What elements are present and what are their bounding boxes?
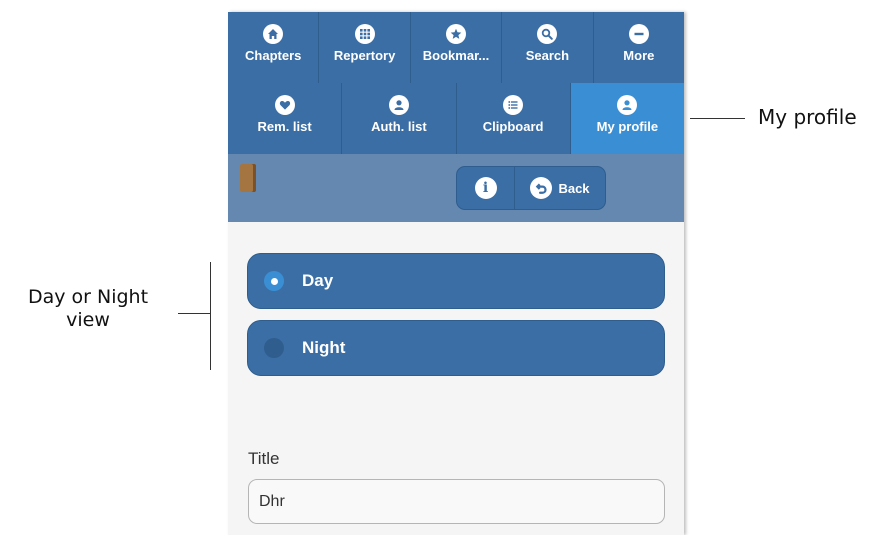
home-icon bbox=[263, 24, 284, 44]
nav-label: Chapters bbox=[245, 48, 302, 63]
search-icon bbox=[537, 24, 558, 44]
nav-label: Rem. list bbox=[257, 119, 312, 134]
callout-bracket bbox=[210, 262, 211, 370]
star-icon bbox=[446, 24, 467, 44]
callout-line-view bbox=[178, 313, 210, 314]
nav-item-clipboard[interactable]: Clipboard bbox=[457, 83, 571, 154]
nav-label: Clipboard bbox=[482, 119, 544, 134]
grid-icon bbox=[354, 24, 375, 44]
nav-item-repertory[interactable]: Repertory bbox=[319, 12, 411, 83]
nav-label: Search bbox=[525, 48, 570, 63]
info-button[interactable]: i bbox=[457, 167, 515, 209]
radio-selected-icon bbox=[264, 271, 284, 291]
callout-label-view-line1: Day or Night bbox=[27, 286, 149, 308]
nav-label: Auth. list bbox=[371, 119, 427, 134]
nav-label: Repertory bbox=[333, 48, 396, 63]
night-view-option[interactable]: Night bbox=[247, 320, 665, 376]
user-icon bbox=[617, 95, 638, 115]
book-icon bbox=[240, 164, 256, 192]
night-option-label: Night bbox=[302, 338, 346, 357]
nav-item-bookmarks[interactable]: Bookmar... bbox=[411, 12, 503, 83]
radio-unselected-icon bbox=[264, 338, 284, 358]
nav-label: Bookmar... bbox=[422, 48, 490, 63]
back-button[interactable]: Back bbox=[515, 167, 605, 209]
toolbar: i Back bbox=[228, 154, 684, 222]
callout-label-view-line2: view bbox=[66, 308, 110, 331]
callout-label-view: Day or Night view bbox=[8, 286, 168, 332]
nav-item-auth-list[interactable]: Auth. list bbox=[342, 83, 457, 154]
title-input[interactable] bbox=[248, 479, 665, 524]
day-view-option[interactable]: Day bbox=[247, 253, 665, 309]
minus-icon bbox=[628, 24, 649, 44]
title-field-label: Title bbox=[248, 449, 280, 468]
user-icon bbox=[388, 95, 409, 115]
back-arrow-icon bbox=[530, 177, 553, 199]
callout-label-profile: My profile bbox=[758, 105, 857, 129]
nav-label: My profile bbox=[596, 119, 659, 134]
toolbar-button-group: i Back bbox=[456, 166, 606, 210]
nav-item-chapters[interactable]: Chapters bbox=[228, 12, 320, 83]
nav-item-more[interactable]: More bbox=[594, 12, 684, 83]
nav-row-secondary: Rem. list Auth. list Clipboard My profil… bbox=[228, 83, 684, 154]
nav-item-rem-list[interactable]: Rem. list bbox=[228, 83, 343, 154]
nav-item-search[interactable]: Search bbox=[502, 12, 594, 83]
nav-row-primary: Chapters Repertory Bookmar... Search Mor… bbox=[228, 12, 684, 83]
day-option-label: Day bbox=[302, 271, 334, 290]
info-icon: i bbox=[474, 177, 497, 199]
callout-line-profile bbox=[690, 118, 745, 119]
app-window: Chapters Repertory Bookmar... Search Mor… bbox=[228, 12, 684, 535]
list-icon bbox=[503, 95, 524, 115]
heart-icon bbox=[274, 95, 295, 115]
nav-label: More bbox=[623, 48, 655, 63]
back-button-label: Back bbox=[558, 180, 590, 196]
nav-item-my-profile[interactable]: My profile bbox=[570, 83, 684, 154]
